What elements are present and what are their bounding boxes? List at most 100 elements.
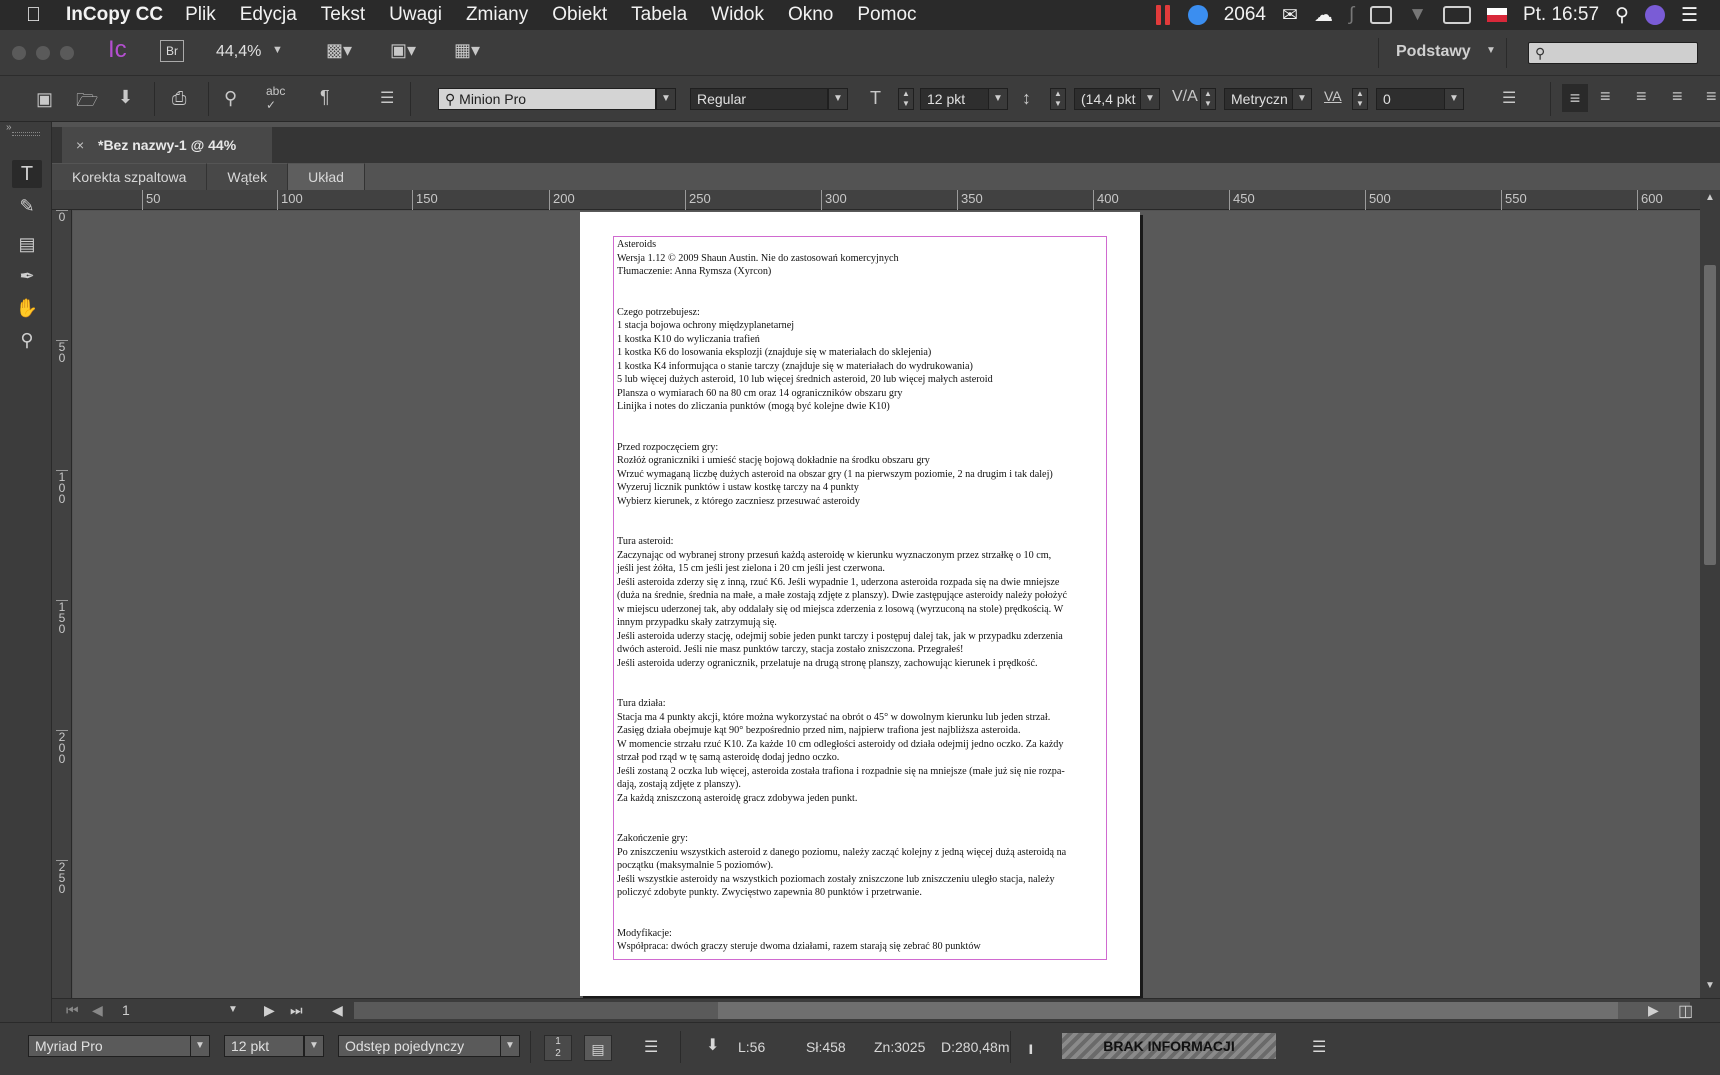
drive-icon[interactable]	[1370, 6, 1393, 24]
justify-all-icon[interactable]: ≡	[1706, 86, 1717, 107]
document-tab[interactable]: × *Bez nazwy-1 @ 44%	[62, 127, 272, 163]
scroll-right-icon[interactable]: ▶	[1648, 1002, 1659, 1019]
spellcheck-icon[interactable]: abc ✓	[266, 84, 285, 112]
font-size-dropdown-icon[interactable]: ▼	[988, 88, 1008, 110]
story-line[interactable]: (duża na średnie, średnia na małe, a mał…	[617, 589, 1107, 603]
story-line[interactable]: Linijka i notes do zliczania punktów (mo…	[617, 400, 1107, 414]
story-line[interactable]: Plansza o wymiarach 60 na 80 cm oraz 14 …	[617, 387, 1107, 401]
last-page-icon[interactable]: ⏭	[290, 1002, 303, 1019]
save-icon[interactable]: ⬇	[118, 87, 133, 108]
section-heading-line[interactable]: Tura działa:	[617, 697, 1107, 711]
window-close-button[interactable]	[12, 46, 26, 60]
leading-stepper[interactable]: ▲ ▼	[1050, 88, 1066, 110]
siri-icon[interactable]	[1644, 5, 1665, 25]
zoom-level[interactable]: 44,4%	[216, 43, 261, 61]
tracking-dropdown-icon[interactable]: ▼	[1444, 88, 1464, 110]
story-line[interactable]: Współpraca: dwóch graczy steruje dwoma d…	[617, 940, 1107, 954]
story-line[interactable]: Jeśli asteroida zderzy się z inną, rzuć …	[617, 576, 1107, 590]
status-font-dropdown-icon[interactable]: ▼	[190, 1035, 210, 1057]
story-line[interactable]: Stacja ma 4 punkty akcji, które można wy…	[617, 711, 1107, 725]
toolbar-menu-icon[interactable]: ☰	[380, 88, 394, 108]
menu-edit[interactable]: Edycja	[240, 4, 297, 26]
menu-notes[interactable]: Uwagi	[389, 4, 442, 26]
arrange-documents-icon[interactable]: ▦▾	[454, 40, 480, 61]
text-frame[interactable]: Asteroids Wersja 1.12 © 2009 Shaun Austin…	[613, 236, 1107, 960]
menu-window[interactable]: Okno	[788, 4, 833, 26]
section-heading-line[interactable]: Przed rozpoczęciem gry:	[617, 441, 1107, 455]
align-center-icon[interactable]: ≡	[1600, 86, 1611, 107]
story-line[interactable]: Wersja 1.12 © 2009 Shaun Austin. Nie do …	[617, 252, 1107, 266]
story-line[interactable]: W momencie strzału rzuć K10. Za każde 10…	[617, 738, 1107, 752]
status-size-field[interactable]: 12 pkt	[224, 1035, 304, 1057]
tab-layout-view[interactable]: Układ	[288, 163, 365, 190]
open-folder-icon[interactable]: 🗁	[76, 88, 98, 118]
line-spacing-dropdown-icon[interactable]: ▼	[500, 1035, 520, 1057]
copy-fit-ruler-icon[interactable]: ╻	[1026, 1035, 1036, 1055]
window-minimize-button[interactable]	[36, 46, 50, 60]
notification-center-icon[interactable]: ☰	[1681, 4, 1698, 27]
workspace-dropdown-icon[interactable]: ▼	[1486, 45, 1496, 56]
panel-collapse-icon[interactable]: »	[6, 122, 12, 133]
align-right-icon[interactable]: ≡	[1636, 86, 1647, 107]
print-icon[interactable]: ⎙	[172, 88, 186, 109]
story-line[interactable]: 1 kostka K4 informująca o stanie tarczy …	[617, 360, 1107, 374]
next-page-icon[interactable]: ▶	[264, 1002, 275, 1019]
kerning-field[interactable]: Metryczn	[1224, 88, 1296, 110]
menu-help[interactable]: Pomoc	[857, 4, 916, 26]
vertical-scroll-thumb[interactable]	[1704, 265, 1716, 565]
hand-tool-icon[interactable]: ✋	[12, 294, 42, 322]
font-style-dropdown-icon[interactable]: ▼	[828, 88, 848, 110]
creative-cloud-icon[interactable]: ☁	[1314, 4, 1333, 27]
font-size-stepper[interactable]: ▲ ▼	[898, 88, 914, 110]
story-line[interactable]: 1 kostka K6 do losowania eksplozji (znaj…	[617, 346, 1107, 360]
story-line[interactable]: Tłumaczenie: Anna Rymsza (Xyrcon)	[617, 265, 1107, 279]
panel-grip[interactable]	[12, 132, 40, 136]
pause-icon[interactable]	[1155, 5, 1172, 25]
horizontal-scroll-thumb[interactable]	[718, 1002, 1618, 1019]
kerning-dropdown-icon[interactable]: ▼	[1292, 88, 1312, 110]
wifi-icon[interactable]: ▼	[1408, 4, 1427, 26]
spotlight-search-icon[interactable]: ⚲	[1615, 4, 1629, 27]
font-size-field[interactable]: 12 pkt	[920, 88, 990, 110]
vertical-scrollbar[interactable]: ▲ ▼	[1700, 190, 1720, 998]
char-panel-menu-icon[interactable]: ☰	[1502, 88, 1516, 108]
story-text[interactable]: Asteroids Wersja 1.12 © 2009 Shaun Austin…	[617, 238, 1107, 954]
kerning-stepper[interactable]: ▲ ▼	[1200, 88, 1216, 110]
view-options-icon[interactable]: ▩▾	[326, 40, 352, 61]
status-panel-menu-icon[interactable]: ☰	[1312, 1037, 1326, 1057]
prev-page-icon[interactable]: ◀	[92, 1002, 103, 1019]
mail-icon[interactable]: ✉	[1282, 4, 1298, 27]
story-line[interactable]: 5 lub więcej dużych asteroid, 10 lub wię…	[617, 373, 1107, 387]
story-line[interactable]: Wybierz kierunek, z którego zaczniesz pr…	[617, 495, 1107, 509]
status-app-icon[interactable]	[1187, 5, 1208, 25]
story-line[interactable]: dwóch asteroid. Jeśli nie masz punktów t…	[617, 643, 1107, 657]
split-window-icon[interactable]: ◫	[1678, 1001, 1693, 1021]
type-tool-icon[interactable]: T	[12, 160, 42, 188]
align-left-icon[interactable]: ≡	[1562, 84, 1588, 112]
leading-dropdown-icon[interactable]: ▼	[1140, 88, 1160, 110]
tab-galley-view[interactable]: Korekta szpaltowa	[52, 163, 208, 190]
status-font-field[interactable]: Myriad Pro	[28, 1035, 192, 1057]
story-line[interactable]: Wrzuć wymaganą liczbę dużych asteroid na…	[617, 468, 1107, 482]
tab-story-view[interactable]: Wątek	[207, 163, 289, 190]
menu-changes[interactable]: Zmiany	[466, 4, 528, 26]
first-page-icon[interactable]: ⏮	[66, 1002, 79, 1019]
story-line[interactable]: dają, zostają zdjęte z planszy).	[617, 778, 1107, 792]
status-size-dropdown-icon[interactable]: ▼	[304, 1035, 324, 1057]
menu-text[interactable]: Tekst	[321, 4, 365, 26]
fraction-icon[interactable]: 12	[544, 1035, 572, 1061]
story-line[interactable]: w miejscu uderzonej tak, aby oddalały si…	[617, 603, 1107, 617]
font-family-dropdown-icon[interactable]: ▼	[656, 88, 676, 110]
scroll-left-icon[interactable]: ◀	[332, 1002, 343, 1019]
page-number-field[interactable]: 1	[122, 1002, 130, 1018]
story-line[interactable]: Zaczynając od wybranej strony przesuń ka…	[617, 549, 1107, 563]
apple-menu-icon[interactable]: 	[26, 4, 66, 27]
window-zoom-button[interactable]	[60, 46, 74, 60]
app-menu[interactable]: InCopy CC	[66, 4, 163, 26]
status-menu-icon[interactable]: ☰	[644, 1037, 658, 1057]
story-line[interactable]: jeśli jest żółta, 15 cm jeśli jest zielo…	[617, 562, 1107, 576]
find-icon[interactable]: ⚲	[224, 88, 237, 109]
story-line[interactable]: Zasięg działa obejmuje kąt 90° bezpośred…	[617, 724, 1107, 738]
battery-icon[interactable]	[1442, 6, 1471, 24]
clock[interactable]: Pt. 16:57	[1523, 4, 1599, 26]
